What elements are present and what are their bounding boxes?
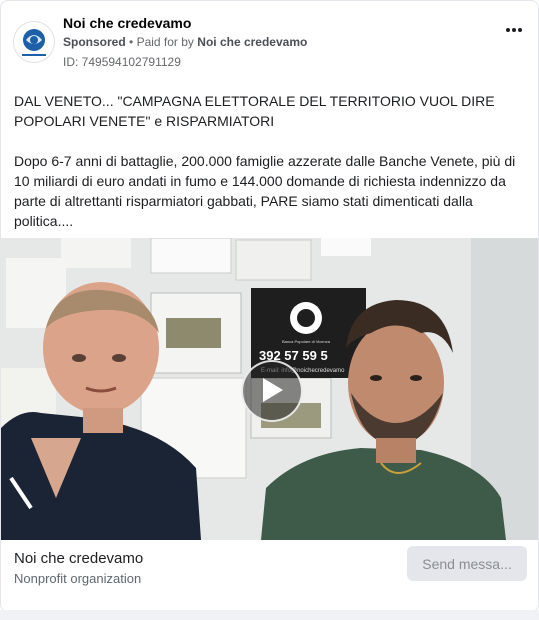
page-name-link[interactable]: Noi che credevamo (63, 15, 191, 31)
paid-for-prefix: Paid for by (136, 35, 194, 49)
separator-dot: • (129, 35, 134, 49)
body-paragraph-2: Dopo 6-7 anni di battaglie, 200.000 fami… (14, 153, 516, 229)
post-header: Noi che credevamo Sponsored • Paid for b… (13, 13, 526, 73)
sponsored-label: Sponsored (63, 35, 126, 49)
play-button[interactable] (241, 360, 303, 422)
poster-bank-label: Banca Popolare di Vicenza (282, 339, 331, 344)
post-body: DAL VENETO... "CAMPAGNA ELETTORALE DEL T… (14, 91, 524, 251)
post-footer: Noi che credevamo Nonprofit organization… (1, 540, 538, 610)
footer-page-name[interactable]: Noi che credevamo (14, 550, 143, 567)
more-options-button[interactable] (502, 21, 526, 37)
ad-id: ID: 749594102791129 (63, 55, 181, 69)
play-icon (263, 378, 283, 402)
logo-icon (15, 23, 53, 61)
more-horizontal-icon (506, 28, 522, 32)
sponsored-line: Sponsored • Paid for by Noi che credevam… (63, 35, 307, 49)
feed-gap (0, 610, 539, 620)
page-avatar[interactable] (13, 21, 55, 63)
paid-for-name: Noi che credevamo (197, 35, 308, 49)
send-message-button[interactable]: Send messa... (407, 546, 527, 581)
footer-category: Nonprofit organization (14, 571, 142, 586)
body-paragraph-1: DAL VENETO... "CAMPAGNA ELETTORALE DEL T… (14, 93, 495, 129)
ad-card: Noi che credevamo Sponsored • Paid for b… (0, 0, 539, 612)
